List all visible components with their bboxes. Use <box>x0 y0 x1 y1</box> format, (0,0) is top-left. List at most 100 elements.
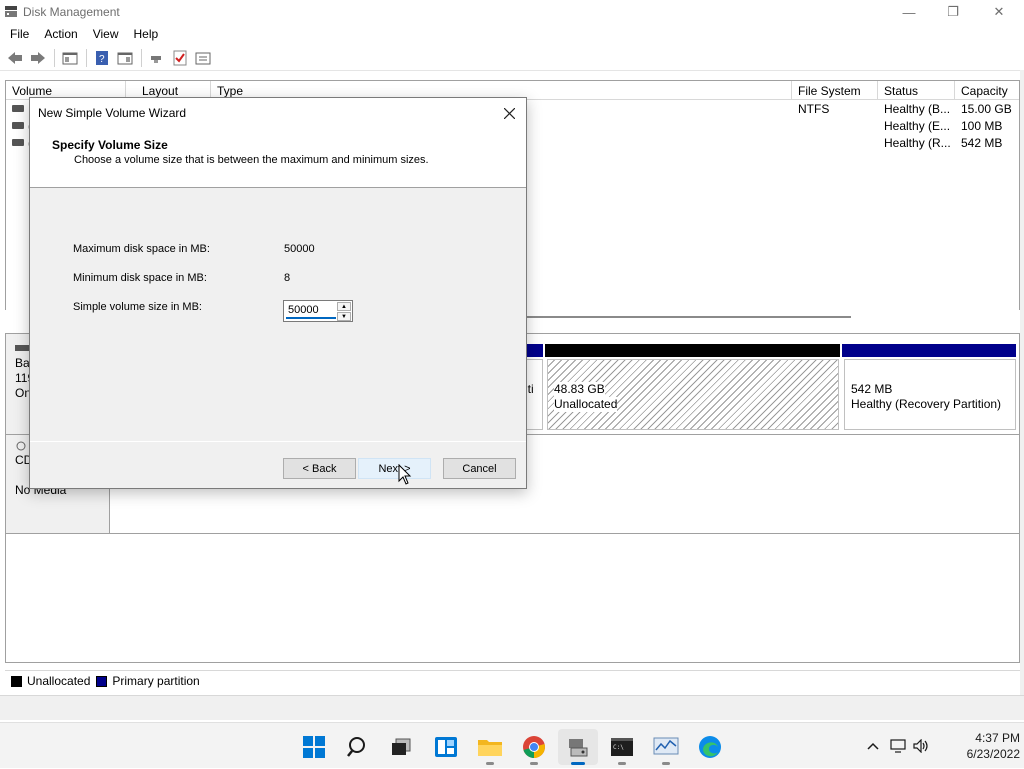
clock-time: 4:37 PM <box>975 731 1020 745</box>
terminal-button[interactable]: C:\ <box>602 729 642 765</box>
task-view-button[interactable] <box>381 729 421 765</box>
column-capacity[interactable]: Capacity <box>955 81 1021 100</box>
row-file-system: NTFS <box>798 102 830 116</box>
svg-text:C:\: C:\ <box>613 744 624 751</box>
recovery-size: 542 MB <box>851 382 893 396</box>
max-space-label: Maximum disk space in MB: <box>73 243 210 255</box>
unallocated-size: 48.83 GB <box>554 382 605 397</box>
max-space-value: 50000 <box>284 243 315 255</box>
menu-bar: File Action View Help <box>0 24 1024 44</box>
menu-action[interactable]: Action <box>44 27 77 41</box>
help-icon[interactable]: ? <box>91 48 113 68</box>
start-icon <box>303 736 325 758</box>
taskbar-clock[interactable]: 4:37 PM 6/23/2022 <box>942 730 1020 762</box>
performance-monitor-button[interactable] <box>646 729 686 765</box>
toolbar-separator <box>86 48 87 67</box>
running-indicator <box>662 762 670 765</box>
menu-file[interactable]: File <box>10 27 29 41</box>
spin-down-icon[interactable]: ▼ <box>337 312 351 321</box>
menu-view[interactable]: View <box>93 27 119 41</box>
toolbar-separator <box>54 48 55 67</box>
close-button[interactable]: ✕ <box>976 0 1022 24</box>
edge-button[interactable] <box>690 729 730 765</box>
row-capacity: 15.00 GB <box>961 102 1012 116</box>
row-capacity: 100 MB <box>961 119 1003 133</box>
recovery-status: Healthy (Recovery Partition) <box>851 397 1002 411</box>
minimize-button[interactable]: — <box>886 0 932 24</box>
performance-monitor-icon <box>653 737 679 755</box>
disk-management-app-icon <box>5 6 17 17</box>
disk-management-button[interactable] <box>558 729 598 765</box>
back-arrow-icon[interactable] <box>4 48 26 68</box>
system-tray <box>862 723 932 769</box>
dialog-title: New Simple Volume Wizard <box>38 106 187 120</box>
footer-separator <box>30 441 526 442</box>
running-indicator <box>486 762 494 765</box>
row-status: Healthy (B... <box>884 102 951 116</box>
toolbar-separator <box>141 48 142 67</box>
back-button[interactable]: < Back <box>283 458 356 479</box>
maximize-button[interactable]: ❐ <box>930 0 976 24</box>
cancel-button[interactable]: Cancel <box>443 458 516 479</box>
window-title: Disk Management <box>23 5 120 19</box>
title-bar: Disk Management — ❐ ✕ <box>0 0 1024 24</box>
taskbar: C:\ 4:37 PM 6/23/2022 <box>0 722 1024 768</box>
partition-bar-recovery <box>842 344 1016 357</box>
dialog-subheading: Choose a volume size that is between the… <box>74 154 429 166</box>
legend-label-unallocated: Unallocated <box>27 674 91 688</box>
connect-icon[interactable] <box>146 48 168 68</box>
scrollbar-thumb[interactable] <box>525 316 851 318</box>
column-status[interactable]: Status <box>878 81 955 100</box>
row-status: Healthy (E... <box>884 119 951 133</box>
show-hidden-icons-chevron-icon[interactable] <box>862 735 884 757</box>
legend-swatch-primary <box>96 675 108 687</box>
menu-help[interactable]: Help <box>134 27 159 41</box>
partition-recovery[interactable]: 542 MB Healthy (Recovery Partition) <box>844 359 1016 430</box>
task-view-icon <box>392 738 411 755</box>
legend-label-primary: Primary partition <box>112 674 200 688</box>
mouse-cursor-icon <box>398 464 412 485</box>
min-space-value: 8 <box>284 272 291 284</box>
checklist-icon[interactable] <box>169 48 191 68</box>
running-indicator <box>618 762 626 765</box>
partition-unallocated[interactable]: 48.83 GB Unallocated <box>547 359 839 430</box>
chrome-icon <box>523 736 545 758</box>
terminal-icon: C:\ <box>611 738 633 756</box>
widgets-icon <box>435 737 457 757</box>
volume-size-input[interactable] <box>286 303 336 319</box>
view-list-icon[interactable] <box>192 48 214 68</box>
forward-arrow-icon[interactable] <box>27 48 49 68</box>
file-explorer-button[interactable] <box>470 729 510 765</box>
column-file-system[interactable]: File System <box>792 81 878 100</box>
volume-size-stepper[interactable]: ▲ ▼ <box>283 300 353 322</box>
file-explorer-icon <box>478 740 502 756</box>
volume-icon[interactable] <box>910 735 932 757</box>
console-tree-icon[interactable] <box>59 48 81 68</box>
drive-icon <box>12 122 24 129</box>
svg-text:?: ? <box>99 54 105 65</box>
network-icon[interactable] <box>888 735 910 757</box>
spin-up-icon[interactable]: ▲ <box>337 302 351 311</box>
divider <box>6 533 1019 534</box>
new-simple-volume-wizard: New Simple Volume Wizard Specify Volume … <box>29 97 527 489</box>
clock-date: 6/23/2022 <box>966 747 1020 761</box>
chrome-button[interactable] <box>514 729 554 765</box>
min-space-label: Minimum disk space in MB: <box>73 272 207 284</box>
widgets-button[interactable] <box>426 729 466 765</box>
vertical-scrollbar[interactable] <box>1020 70 1024 720</box>
cd-drive-icon <box>16 441 26 451</box>
start-button[interactable] <box>294 729 334 765</box>
disk-icon <box>15 345 29 351</box>
partition-bar-unallocated <box>545 344 840 357</box>
dialog-title-bar: New Simple Volume Wizard <box>30 98 526 128</box>
toolbar: ? <box>0 45 1024 71</box>
dialog-close-icon[interactable] <box>492 98 526 128</box>
disk-management-icon <box>569 739 588 757</box>
search-button[interactable] <box>338 729 378 765</box>
next-button[interactable]: Next > <box>358 458 431 479</box>
properties-icon[interactable] <box>114 48 136 68</box>
legend: Unallocated Primary partition <box>5 670 1020 691</box>
drive-icon <box>12 139 24 146</box>
unallocated-status: Unallocated <box>554 397 618 412</box>
status-bar <box>0 695 1024 720</box>
